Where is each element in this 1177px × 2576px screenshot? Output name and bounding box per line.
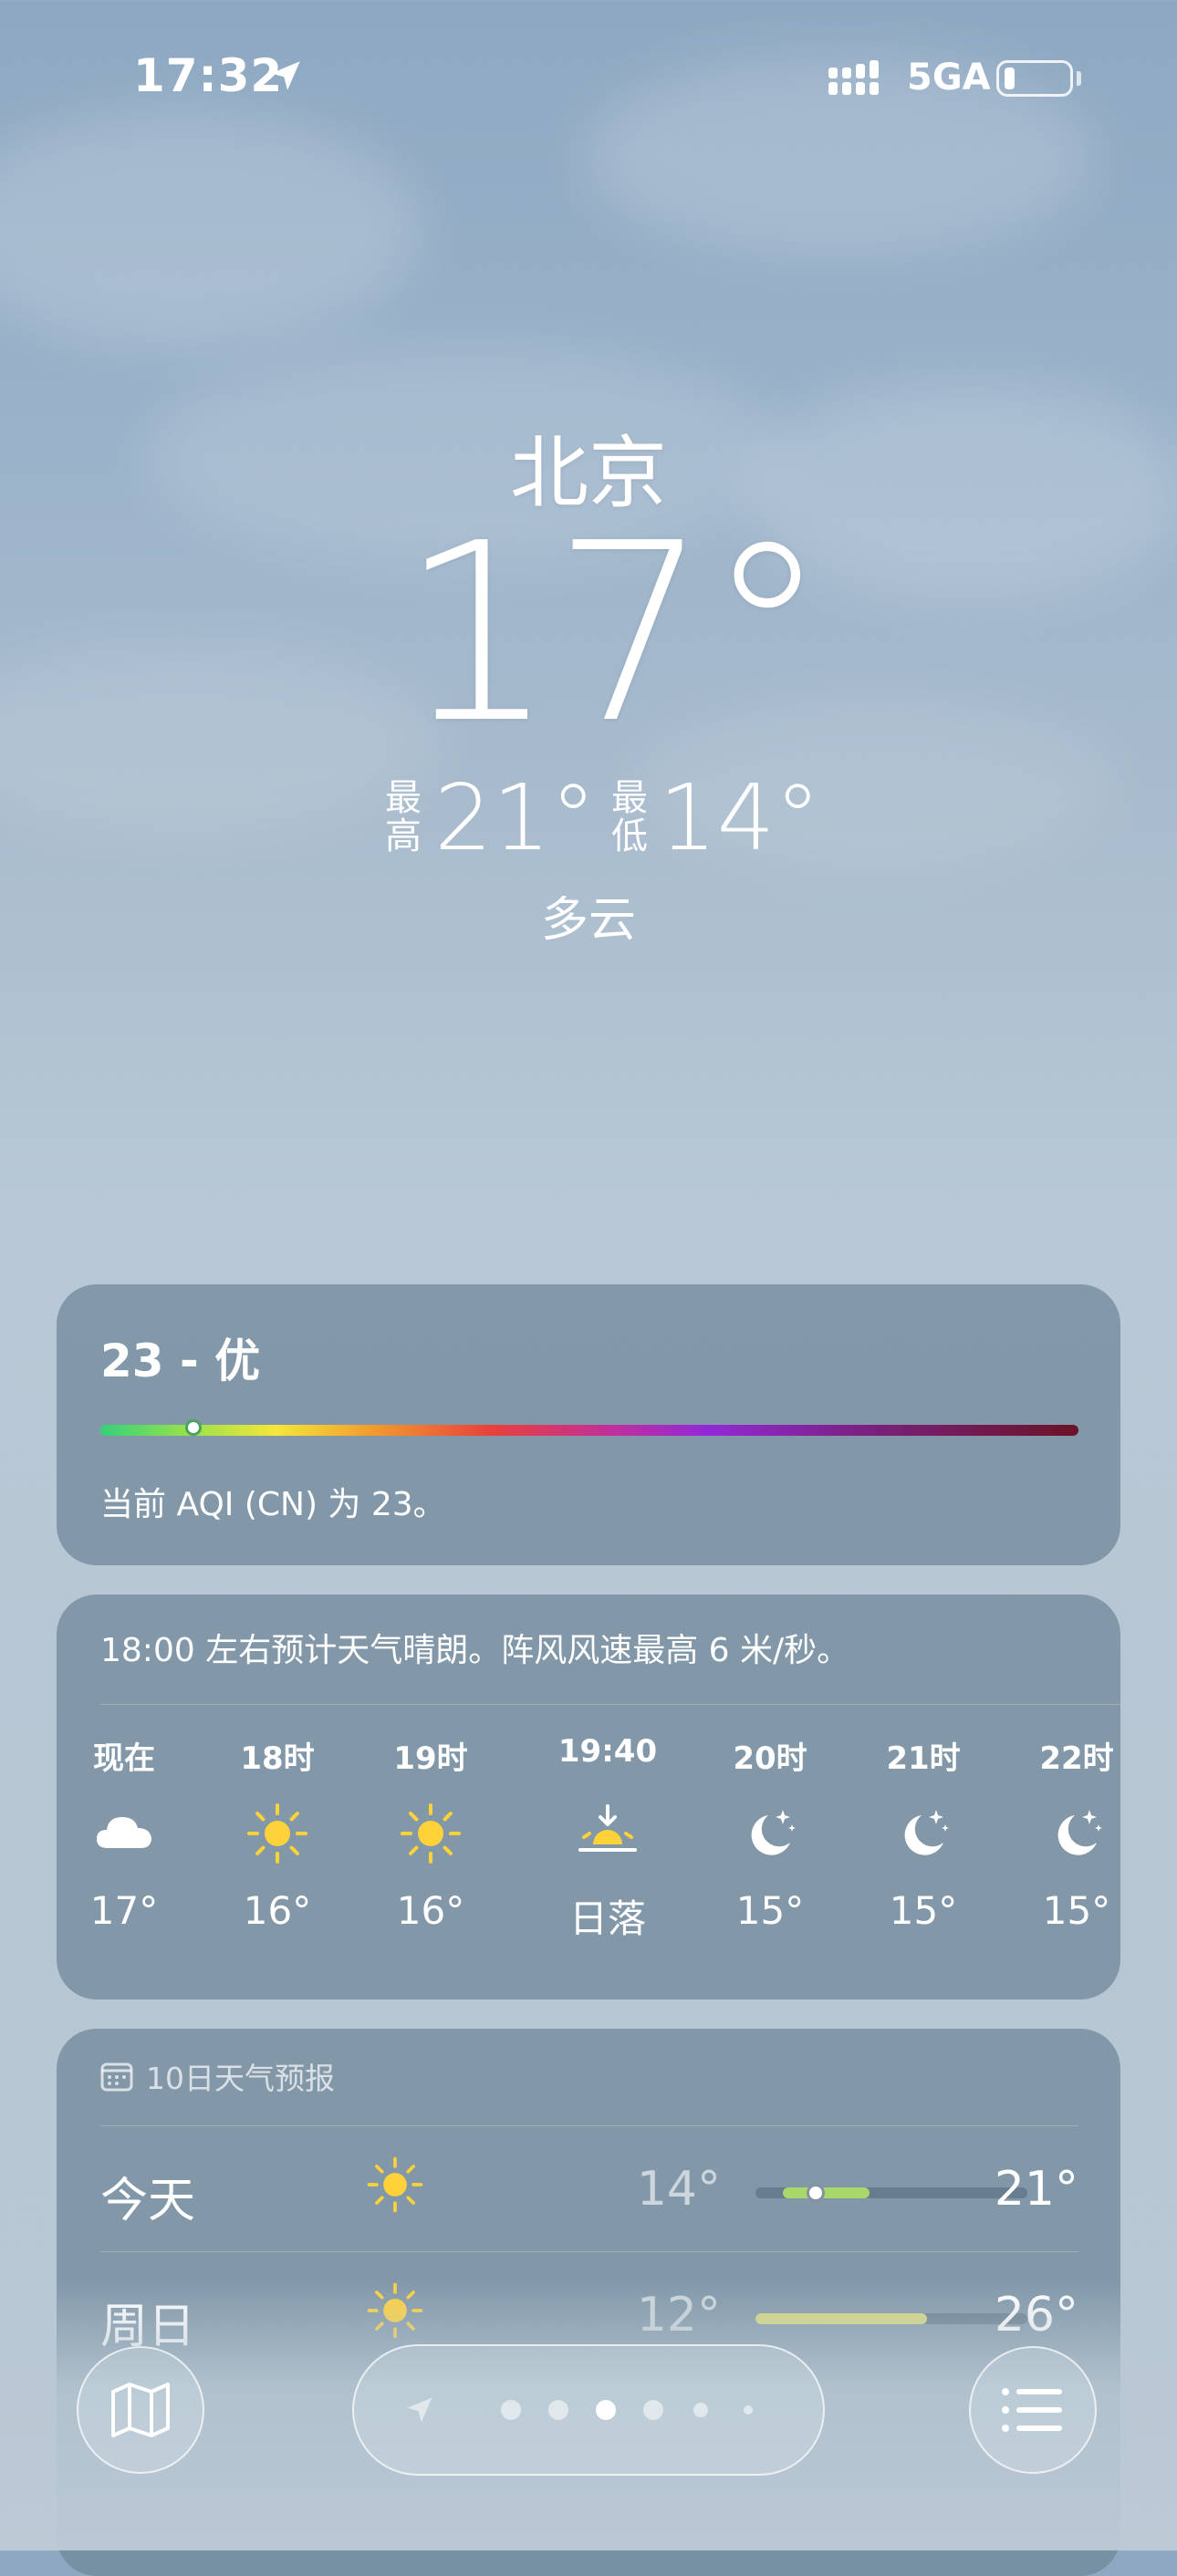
hourly-item: 现在 17°: [60, 1733, 188, 1933]
high-label: 最高: [385, 777, 422, 857]
location-arrow-icon: [271, 61, 300, 90]
cellular-signal-icon: [828, 60, 879, 95]
hour-temperature: 15°: [735, 1888, 805, 1933]
forecast-low: 14°: [636, 2162, 721, 2217]
page-dot[interactable]: [501, 2400, 521, 2420]
divider: [100, 1704, 1120, 1705]
hour-temperature: 15°: [889, 1888, 958, 1933]
weather-condition: 多云: [540, 893, 636, 948]
hourly-item: 21时 15°: [859, 1733, 987, 1933]
network-type: 5GA: [907, 57, 991, 99]
battery-tip: [1077, 71, 1081, 86]
hour-label: 21时: [886, 1740, 961, 1777]
moon-stars-icon: [859, 1779, 987, 1888]
page-indicator[interactable]: [352, 2344, 825, 2476]
list-icon: [1002, 2388, 1062, 2432]
forecast-row: 今天 14° 21°: [100, 2127, 1078, 2252]
sun-icon: [214, 1779, 341, 1888]
low-temperature: 14°: [659, 764, 821, 871]
high-low: 最高 21° 最低 14°: [0, 768, 1177, 874]
sun-icon: [365, 2155, 425, 2218]
current-temperature: 17°: [399, 490, 829, 777]
moon-stars-icon: [706, 1779, 834, 1888]
hour-label: 20时: [733, 1740, 807, 1777]
location-list-button[interactable]: [969, 2346, 1097, 2474]
page-dot[interactable]: [596, 2400, 616, 2420]
forecast-day: 今天: [100, 2174, 196, 2228]
status-bar: 17:32 5GA: [0, 0, 1177, 155]
hour-label: 19:40: [557, 1733, 658, 1770]
hour-label: 现在: [93, 1740, 155, 1777]
divider: [100, 2251, 1078, 2252]
temperature-range-bar: [755, 2184, 1027, 2202]
calendar-icon: [100, 2062, 133, 2092]
page-dot[interactable]: [643, 2400, 663, 2420]
sun-icon: [367, 1779, 495, 1888]
hourly-forecast-card[interactable]: 18:00 左右预计天气晴朗。阵风风速最高 6 米/秒。 现在 17° 18时 1…: [57, 1594, 1120, 2000]
hourly-item: 22时 15°: [1013, 1733, 1120, 1933]
forecast-high: 21°: [994, 2162, 1078, 2217]
hour-label: 19时: [393, 1740, 468, 1777]
aqi-scale-bar: [100, 1425, 1078, 1436]
high-temperature: 21°: [434, 764, 597, 871]
cloud-icon: [60, 1779, 188, 1888]
status-time: 17:32: [133, 49, 284, 102]
forecast-header: 10日天气预报: [100, 2054, 335, 2098]
hourly-item: 20时 15°: [706, 1733, 834, 1933]
location-arrow-icon[interactable]: [403, 2394, 436, 2426]
battery-icon: [996, 60, 1073, 97]
sunset-icon: [544, 1779, 672, 1888]
hour-temperature: 17°: [89, 1888, 159, 1933]
hourly-item: 19时 16°: [367, 1733, 495, 1933]
divider: [100, 2125, 1078, 2126]
low-label: 最低: [611, 777, 648, 857]
hour-label: 22时: [1039, 1740, 1114, 1777]
aqi-card[interactable]: 23 - 优 当前 AQI (CN) 为 23。: [57, 1284, 1120, 1565]
hourly-summary: 18:00 左右预计天气晴朗。阵风风速最高 6 米/秒。: [100, 1632, 850, 1669]
hour-temperature: 16°: [396, 1888, 465, 1933]
moon-stars-icon: [1013, 1779, 1120, 1888]
map-button[interactable]: [77, 2346, 204, 2474]
hourly-item: 19:40 日落: [544, 1733, 672, 1944]
page-dot[interactable]: [548, 2400, 568, 2420]
page-dot[interactable]: [693, 2403, 708, 2417]
hour-temperature: 日落: [568, 1896, 646, 1941]
aqi-description: 当前 AQI (CN) 为 23。: [100, 1486, 446, 1523]
hourly-item: 18时 16°: [214, 1733, 341, 1933]
aqi-title: 23 - 优: [100, 1335, 261, 1387]
hour-label: 18时: [240, 1740, 315, 1777]
current-temp-marker: [806, 2184, 825, 2202]
hour-temperature: 15°: [1042, 1888, 1111, 1933]
hour-temperature: 16°: [243, 1888, 312, 1933]
temperature-range-fill: [782, 2187, 870, 2198]
forecast-header-label: 10日天气预报: [146, 2061, 335, 2096]
page-dot[interactable]: [744, 2405, 753, 2415]
map-icon: [111, 2383, 170, 2437]
